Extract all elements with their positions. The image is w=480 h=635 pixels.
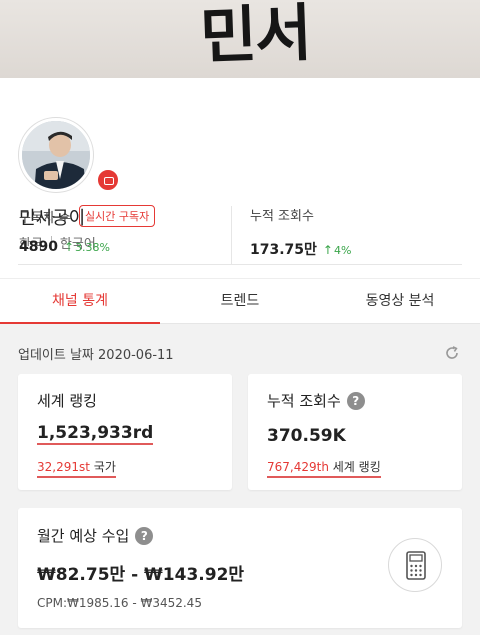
views-world-ranking: 767,429th 세계 랭킹 [267,458,381,478]
views-delta-value: 4% [333,244,352,257]
country-ranking-value: 32,291st [37,460,90,474]
calculator-icon [406,551,426,580]
world-ranking-card: 세계 랭킹 1,523,933rd 32,291st 국가 [18,374,232,490]
revenue-title-row: 월간 예상 수입 ? [37,525,154,546]
tab-bar: 채널 통계 트렌드 동영상 분석 [0,278,480,324]
arrow-up-icon: ↑ [63,240,75,254]
views-value-row: 173.75만 ↑4% [250,239,351,259]
channel-banner: 민서 [0,0,480,78]
revenue-title: 월간 예상 수입 [37,527,130,545]
divider [18,264,462,265]
help-icon[interactable]: ? [135,526,154,545]
calculator-button[interactable] [388,538,442,592]
realtime-subscribers-button[interactable]: 실시간 구독자 [78,205,156,227]
banner-text: 민서 [198,0,312,73]
views-value: 173.75만 [250,242,317,258]
youtube-icon [96,168,120,192]
subscribers-delta: ↑3.38% [64,240,110,254]
country-ranking: 32,291st 국가 [37,458,116,478]
world-ranking-title: 세계 랭킹 [37,392,97,410]
tab-video-analysis[interactable]: 동영상 분석 [320,279,480,323]
total-views-value: 370.59K [267,426,346,446]
refresh-icon[interactable] [444,345,460,361]
total-views-title: 누적 조회수 [267,392,341,410]
views-world-ranking-value: 767,429th [267,460,329,474]
subscribers-value: 4890 [19,239,58,255]
cpm-range: CPM:₩1985.16 - ₩3452.45 [37,596,202,610]
views-stat: 누적 조회수 173.75만 ↑4% [250,205,351,259]
tab-trends[interactable]: 트렌드 [160,279,320,323]
help-icon[interactable]: ? [346,391,365,410]
total-views-card: 누적 조회수 ? 370.59K 767,429th 세계 랭킹 [248,374,462,490]
views-label: 누적 조회수 [250,209,314,224]
subscriber-label-row: 구독자 수 실시간 구독자 [19,205,156,227]
stat-divider [231,206,232,264]
world-ranking-value: 1,523,933rd [37,423,154,445]
subscriber-value-row: 4890 ↑3.38% [19,239,155,255]
subscribers-delta-value: 3.38% [75,241,110,254]
country-ranking-label: 국가 [93,460,116,474]
avatar-photo [22,121,90,189]
update-date: 업데이트 날짜 2020-06-11 [18,348,174,363]
tab-channel-stats[interactable]: 채널 통계 [0,279,160,324]
revenue-range: ₩82.75만 - ₩143.92만 [37,565,245,585]
subscriber-stat: 구독자 수 실시간 구독자 4890 ↑3.38% [19,205,156,255]
views-label-row: 누적 조회수 [250,205,351,224]
subscribers-label: 구독자 수 [19,210,71,226]
views-delta: ↑4% [323,243,352,257]
avatar[interactable] [19,118,93,192]
views-world-ranking-label: 세계 랭킹 [332,460,381,474]
total-views-title-row: 누적 조회수 ? [267,390,365,411]
arrow-up-icon: ↑ [322,243,333,257]
monthly-revenue-card: 월간 예상 수입 ? ₩82.75만 - ₩143.92만 CPM:₩1985.… [18,508,462,628]
